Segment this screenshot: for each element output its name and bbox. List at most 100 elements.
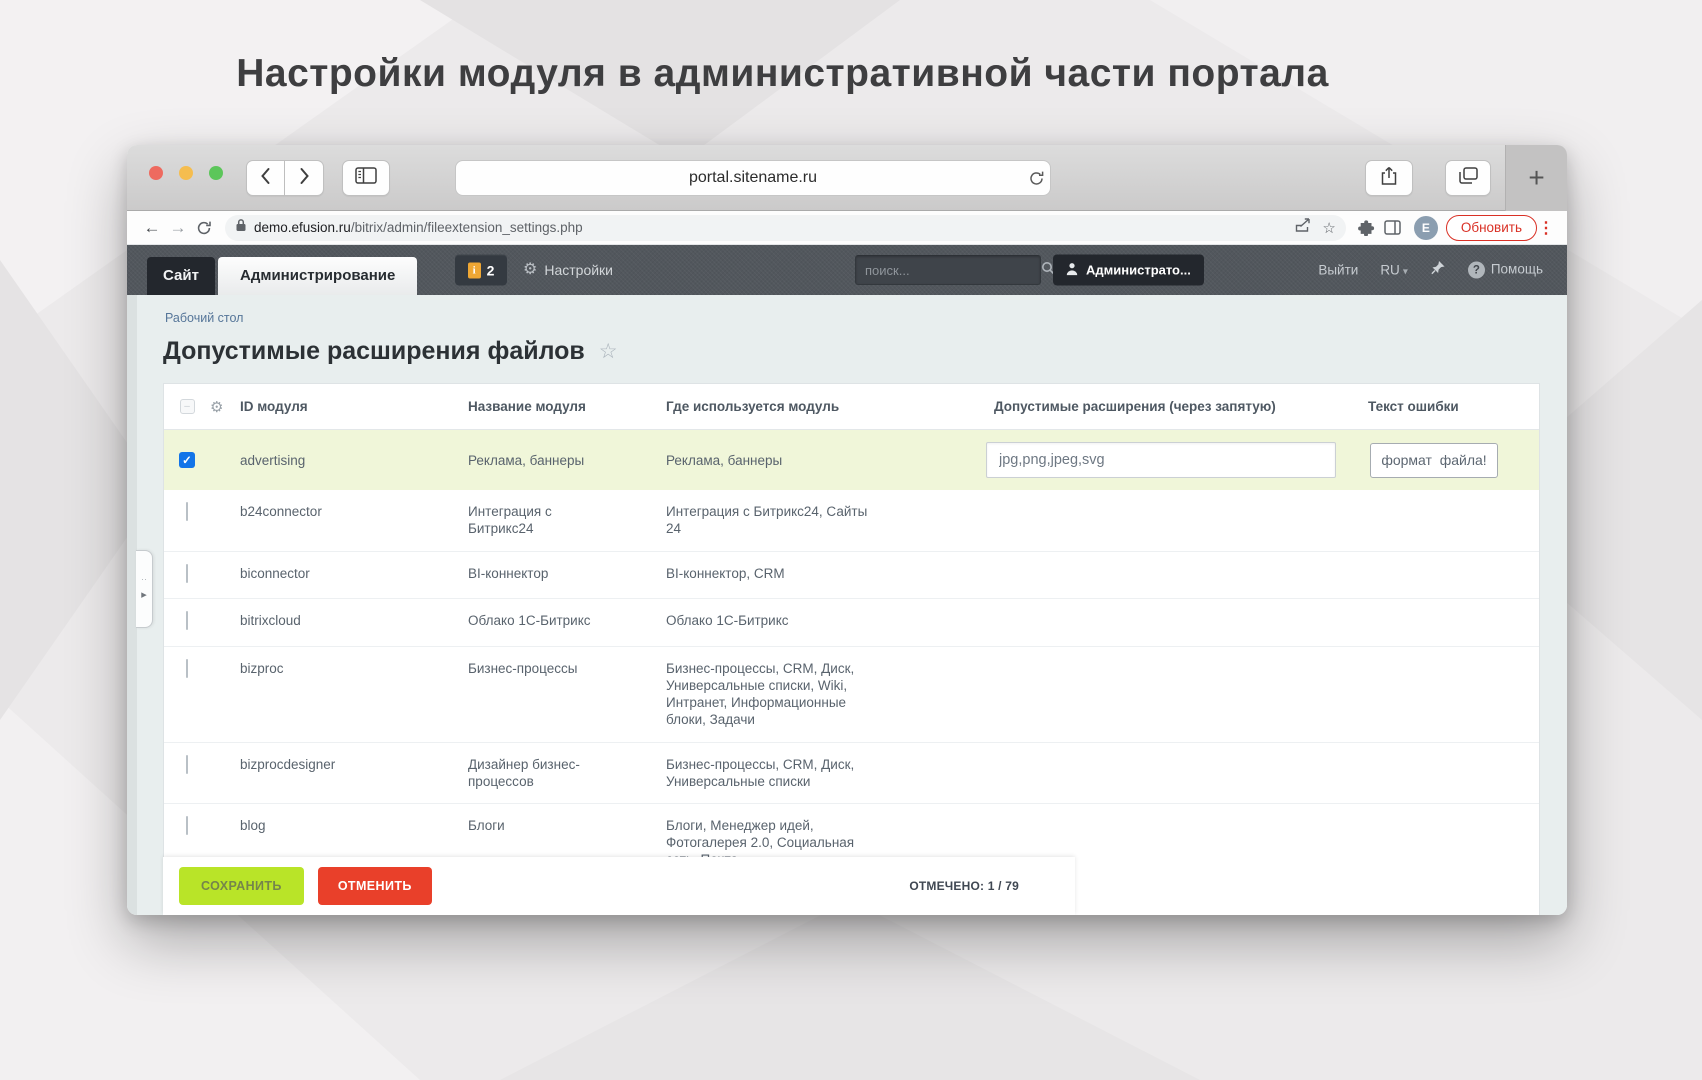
module-name: Дизайнер бизнес-процессов (468, 743, 606, 803)
chrome-toolbar: ← → demo.efusion.ru/bitrix/admin/fileext… (127, 211, 1567, 245)
save-button[interactable]: СОХРАНИТЬ (179, 867, 304, 905)
logout-link[interactable]: Выйти (1318, 263, 1358, 278)
table-row: ✓ advertising Реклама, баннеры Реклама, … (164, 430, 1539, 490)
modules-table: – ⚙ ID модуля Название модуля Где исполь… (163, 383, 1540, 915)
row-checkbox[interactable] (186, 755, 188, 774)
table-row: b24connector Интеграция с Битрикс24 Инте… (164, 490, 1539, 552)
module-where: Облако 1С-Битрикс (666, 599, 884, 646)
row-checkbox[interactable] (186, 564, 188, 583)
chevron-right-icon (299, 167, 310, 190)
row-checkbox[interactable] (186, 816, 188, 835)
chrome-update-button[interactable]: Обновить (1446, 215, 1537, 241)
settings-menu-item[interactable]: ⚙ Настройки (523, 262, 613, 278)
table-header-row: – ⚙ ID модуля Название модуля Где исполь… (164, 384, 1539, 430)
module-where: Реклама, баннеры (666, 452, 884, 469)
user-icon (1066, 262, 1078, 278)
language-selector[interactable]: RU▾ (1380, 263, 1408, 278)
search-input[interactable] (865, 263, 1041, 278)
send-page-icon[interactable] (1294, 217, 1312, 238)
chrome-address-bar[interactable]: demo.efusion.ru/bitrix/admin/fileextensi… (225, 215, 1346, 241)
tabs-icon (1459, 167, 1478, 189)
cancel-button[interactable]: ОТМЕНИТЬ (318, 867, 432, 905)
module-where: Интеграция с Битрикс24, Сайты 24 (666, 490, 884, 551)
help-label: Помощь (1491, 261, 1543, 276)
col-header-name: Название модуля (468, 399, 666, 414)
notification-count: 2 (487, 262, 495, 278)
module-where: Бизнес-процессы, CRM, Диск, Универсальны… (666, 743, 884, 803)
module-id: biconnector (240, 552, 468, 598)
user-name: Администрато... (1086, 263, 1191, 278)
menu-expand-handle[interactable]: ·· ▸ (136, 550, 153, 628)
url-domain: demo.efusion.ru (254, 220, 351, 235)
tab-overview-button[interactable] (1445, 160, 1491, 196)
safari-address-bar[interactable]: portal.sitename.ru (455, 160, 1051, 196)
row-checkbox[interactable] (186, 502, 188, 521)
col-header-id: ID модуля (240, 399, 468, 414)
table-settings-gear-icon[interactable]: ⚙ (210, 398, 223, 416)
sidebar-icon (355, 167, 377, 189)
share-button[interactable] (1365, 160, 1413, 196)
close-window-button[interactable] (149, 166, 163, 180)
admin-content: ·· ▸ Рабочий стол Допустимые расширения … (127, 295, 1567, 915)
tab-site[interactable]: Сайт (147, 257, 215, 295)
url-path: /bitrix/admin/fileextension_settings.php (351, 220, 583, 235)
module-id: bizproc (240, 647, 468, 742)
module-id: b24connector (240, 490, 468, 551)
bookmark-star-icon[interactable]: ☆ (1322, 219, 1335, 237)
table-row: bitrixcloud Облако 1С-Битрикс Облако 1С-… (164, 599, 1539, 647)
pin-icon[interactable] (1430, 260, 1446, 281)
info-icon: i (468, 262, 481, 278)
breadcrumb[interactable]: Рабочий стол (165, 311, 243, 325)
module-id: advertising (240, 452, 468, 469)
module-name: Облако 1С-Битрикс (468, 599, 606, 646)
select-all-checkbox[interactable]: – (180, 399, 195, 414)
safari-forward-button[interactable] (285, 160, 324, 196)
module-name: BI-коннектор (468, 552, 606, 598)
safari-url-text: portal.sitename.ru (456, 169, 1022, 187)
current-user-button[interactable]: Администрато... (1053, 255, 1204, 286)
bg-polygon (500, 900, 1200, 1080)
lock-icon (235, 218, 247, 237)
chrome-reload-button[interactable] (191, 220, 217, 236)
tab-administration[interactable]: Администрирование (218, 257, 417, 295)
extensions-puzzle-icon[interactable] (1354, 219, 1380, 236)
chrome-menu-icon[interactable]: ⋮ (1537, 218, 1555, 238)
error-text-input[interactable] (1370, 443, 1498, 478)
module-where: BI-коннектор, CRM (666, 552, 884, 598)
page-title: Настройки модуля в административной част… (0, 52, 1565, 96)
col-header-error-text: Текст ошибки (1368, 399, 1539, 414)
zoom-window-button[interactable] (209, 166, 223, 180)
chrome-back-button[interactable]: ← (139, 218, 165, 238)
module-id: bizprocdesigner (240, 743, 468, 803)
expand-arrow-icon: ▸ (141, 588, 147, 601)
table-row: bizprocdesigner Дизайнер бизнес-процессо… (164, 743, 1539, 804)
new-tab-button[interactable]: + (1505, 145, 1567, 211)
admin-search-box (855, 255, 1041, 285)
safari-toolbar: portal.sitename.ru + (127, 145, 1567, 211)
chrome-url-text: demo.efusion.ru/bitrix/admin/fileextensi… (254, 220, 1294, 235)
col-header-extensions: Допустимые расширения (через запятую) (994, 399, 1342, 414)
module-id: bitrixcloud (240, 599, 468, 646)
minimize-window-button[interactable] (179, 166, 193, 180)
side-panel-icon[interactable] (1380, 220, 1406, 235)
row-checkbox[interactable] (186, 659, 188, 678)
chrome-forward-button[interactable]: → (165, 218, 191, 238)
row-checkbox[interactable] (186, 611, 188, 630)
grip-dots: ·· (141, 577, 147, 582)
nav-right-group: Выйти RU▾ ?Помощь (1318, 260, 1543, 281)
module-name: Интеграция с Битрикс24 (468, 490, 606, 551)
row-checkbox[interactable]: ✓ (179, 452, 195, 468)
notifications-button[interactable]: i 2 (455, 255, 507, 286)
favorite-star-icon[interactable]: ☆ (599, 339, 618, 364)
refresh-icon[interactable] (1022, 170, 1050, 187)
bitrix-nav: Сайт Администрирование i 2 ⚙ Настройки А… (127, 245, 1567, 295)
page-heading: Допустимые расширения файлов (163, 337, 585, 366)
profile-avatar[interactable]: E (1414, 216, 1438, 240)
window-controls (149, 166, 223, 180)
sidebar-toggle-button[interactable] (342, 160, 390, 196)
safari-back-button[interactable] (246, 160, 285, 196)
language-code: RU (1380, 263, 1400, 278)
help-menu-item[interactable]: ?Помощь (1468, 261, 1543, 279)
browser-window: portal.sitename.ru + ← → (127, 145, 1567, 915)
extensions-input[interactable] (986, 442, 1336, 478)
